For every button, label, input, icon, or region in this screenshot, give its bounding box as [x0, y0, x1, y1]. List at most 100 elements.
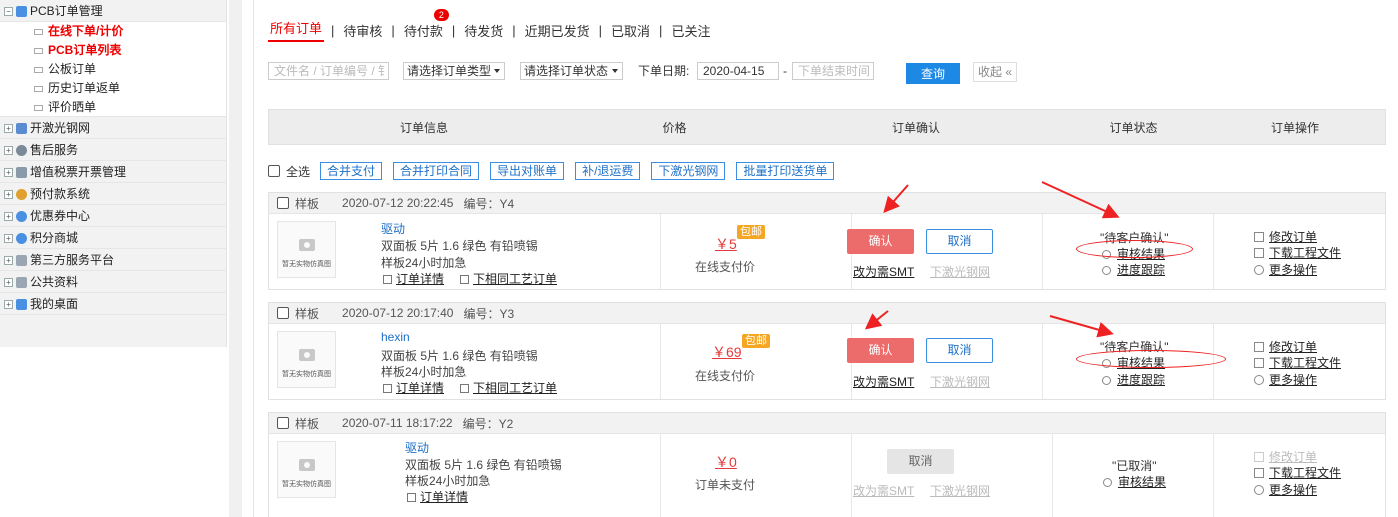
collapse-toggle-icon[interactable]: −: [4, 7, 13, 17]
tab-followed[interactable]: 已关注: [669, 21, 712, 40]
sidebar-group-my-desktop[interactable]: + 我的桌面: [0, 293, 226, 315]
more-actions-link[interactable]: 更多操作: [1254, 371, 1317, 388]
order-status: "已取消": [1112, 459, 1157, 473]
edit-icon: [1254, 232, 1264, 242]
tab-cancelled[interactable]: 已取消: [609, 21, 652, 40]
price-value[interactable]: ￥0: [715, 452, 737, 472]
tab-pending-payment[interactable]: 待付款 2: [402, 8, 449, 40]
more-icon: [1254, 375, 1264, 385]
expand-toggle-icon[interactable]: +: [4, 146, 13, 156]
sidebar-group-third-party[interactable]: + 第三方服务平台: [0, 249, 226, 271]
date-start-input[interactable]: 2020-04-15: [697, 62, 779, 80]
order-type-select[interactable]: 请选择订单类型: [403, 62, 505, 80]
export-statement-button[interactable]: 导出对账单: [490, 162, 565, 180]
order-checkbox[interactable]: [277, 307, 289, 319]
merge-print-contract-button[interactable]: 合并打印合同: [393, 162, 480, 180]
sidebar-item-public-board[interactable]: 公板订单: [0, 60, 226, 79]
order-detail-link[interactable]: 订单详情: [407, 488, 468, 505]
confirm-button[interactable]: 确认: [847, 338, 914, 363]
keyword-search-input[interactable]: 文件名 / 订单编号 / 钅: [268, 62, 389, 80]
tab-pending-shipment[interactable]: 待发货: [462, 21, 505, 40]
price-value[interactable]: ￥69: [712, 342, 742, 362]
link-label: 修改订单: [1269, 340, 1318, 354]
link-label: 下载工程文件: [1269, 466, 1342, 480]
tab-pending-review[interactable]: 待审核: [341, 21, 384, 40]
batch-print-delivery-button[interactable]: 批量打印送货单: [736, 162, 835, 180]
same-process-order-link[interactable]: 下相同工艺订单: [460, 270, 557, 287]
confirm-button[interactable]: 确认: [847, 229, 914, 254]
sidebar-item-reviews[interactable]: 评价晒单: [0, 98, 226, 117]
order-detail-link[interactable]: 订单详情: [383, 379, 444, 396]
shipping-adjust-button[interactable]: 补/退运费: [575, 162, 641, 180]
tab-all-orders[interactable]: 所有订单: [268, 18, 325, 42]
expand-toggle-icon[interactable]: +: [4, 278, 13, 288]
expand-toggle-icon[interactable]: +: [4, 212, 13, 222]
order-detail-link[interactable]: 订单详情: [383, 270, 444, 287]
same-process-order-link[interactable]: 下相同工艺订单: [460, 379, 557, 396]
double-chevron-left-icon: «: [1002, 65, 1013, 79]
order-checkbox[interactable]: [277, 197, 289, 209]
sidebar-item-pcb-order-list[interactable]: PCB订单列表: [0, 41, 226, 60]
sidebar-group-prepay[interactable]: + 预付款系统: [0, 183, 226, 205]
order-checkbox[interactable]: [277, 417, 289, 429]
sidebar-group-label: PCB订单管理: [30, 4, 103, 18]
sidebar-group-after-sales[interactable]: + 售后服务: [0, 139, 226, 161]
merge-pay-button[interactable]: 合并支付: [320, 162, 383, 180]
sidebar-group-label: 售后服务: [30, 143, 79, 157]
link-label: 订单详情: [420, 490, 469, 504]
product-name-link[interactable]: 驱动: [405, 439, 429, 456]
desktop-icon: [16, 299, 27, 311]
sidebar-group-pcb-orders[interactable]: − PCB订单管理: [0, 0, 226, 22]
sidebar-group-points-mall[interactable]: + 积分商城: [0, 227, 226, 249]
collapse-filters-button[interactable]: 收起 «: [973, 62, 1018, 82]
header-price: 价格: [662, 120, 687, 135]
main-panel: 所有订单 | 待审核 | 待付款 2 | 待发货 | 近期已发货 | 已取消 | …: [253, 0, 1398, 517]
expand-toggle-icon[interactable]: +: [4, 168, 13, 178]
sidebar-group-coupons[interactable]: + 优惠券中心: [0, 205, 226, 227]
audit-result-link[interactable]: 审核结果: [1103, 473, 1166, 490]
detail-icon: [383, 384, 392, 393]
search-button[interactable]: 查询: [906, 63, 960, 84]
order-status-select[interactable]: 请选择订单状态: [520, 62, 623, 80]
cancel-button-disabled: 取消: [887, 449, 954, 474]
annotation-oval: [1076, 350, 1226, 368]
expand-toggle-icon[interactable]: +: [4, 124, 13, 134]
expand-toggle-icon[interactable]: +: [4, 190, 13, 200]
more-actions-link[interactable]: 更多操作: [1254, 261, 1317, 278]
change-to-smt-link[interactable]: 改为需SMT: [853, 263, 914, 280]
laser-stencil-button[interactable]: 下激光钢网: [651, 162, 726, 180]
cancel-button[interactable]: 取消: [926, 338, 993, 363]
tab-recently-shipped[interactable]: 近期已发货: [523, 21, 592, 40]
select-all-checkbox[interactable]: [268, 165, 280, 177]
product-name-link[interactable]: 驱动: [381, 220, 405, 237]
more-actions-link[interactable]: 更多操作: [1254, 481, 1317, 498]
sidebar-group-public-data[interactable]: + 公共资料: [0, 271, 226, 293]
link-label: 下相同工艺订单: [473, 381, 558, 395]
sidebar-group-invoice[interactable]: + 增值税票开票管理: [0, 161, 226, 183]
download-files-link[interactable]: 下载工程文件: [1254, 354, 1341, 371]
change-to-smt-link[interactable]: 改为需SMT: [853, 373, 914, 390]
pcb-icon: [16, 6, 27, 18]
more-icon: [1254, 265, 1264, 275]
laser-stencil-link: 下激光钢网: [930, 484, 991, 498]
date-end-input[interactable]: 下单结束时间: [792, 62, 874, 80]
sidebar-item-online-order[interactable]: 在线下单/计价: [0, 22, 226, 41]
cancel-button[interactable]: 取消: [926, 229, 993, 254]
download-files-link[interactable]: 下载工程文件: [1254, 464, 1341, 481]
product-name-link[interactable]: hexin: [381, 330, 410, 344]
expand-toggle-icon[interactable]: +: [4, 234, 13, 244]
price-value[interactable]: ￥5: [715, 234, 737, 254]
progress-tracking-link[interactable]: 进度跟踪: [1102, 371, 1165, 388]
progress-tracking-link[interactable]: 进度跟踪: [1102, 261, 1165, 278]
order-number: 编号：Y4: [463, 196, 515, 211]
expand-toggle-icon[interactable]: +: [4, 300, 13, 310]
doc-icon: [34, 66, 43, 73]
sidebar-item-history-reorder[interactable]: 历史订单返单: [0, 79, 226, 98]
download-files-link[interactable]: 下载工程文件: [1254, 244, 1341, 261]
expand-toggle-icon[interactable]: +: [4, 256, 13, 266]
sidebar-group-laser-stencil[interactable]: + 开激光钢网: [0, 117, 226, 139]
modify-order-link[interactable]: 修改订单: [1254, 228, 1317, 245]
sidebar-item-label: 在线下单/计价: [48, 24, 124, 38]
price-cell: ￥5 包邮 在线支付价: [661, 214, 852, 289]
modify-order-link[interactable]: 修改订单: [1254, 338, 1317, 355]
